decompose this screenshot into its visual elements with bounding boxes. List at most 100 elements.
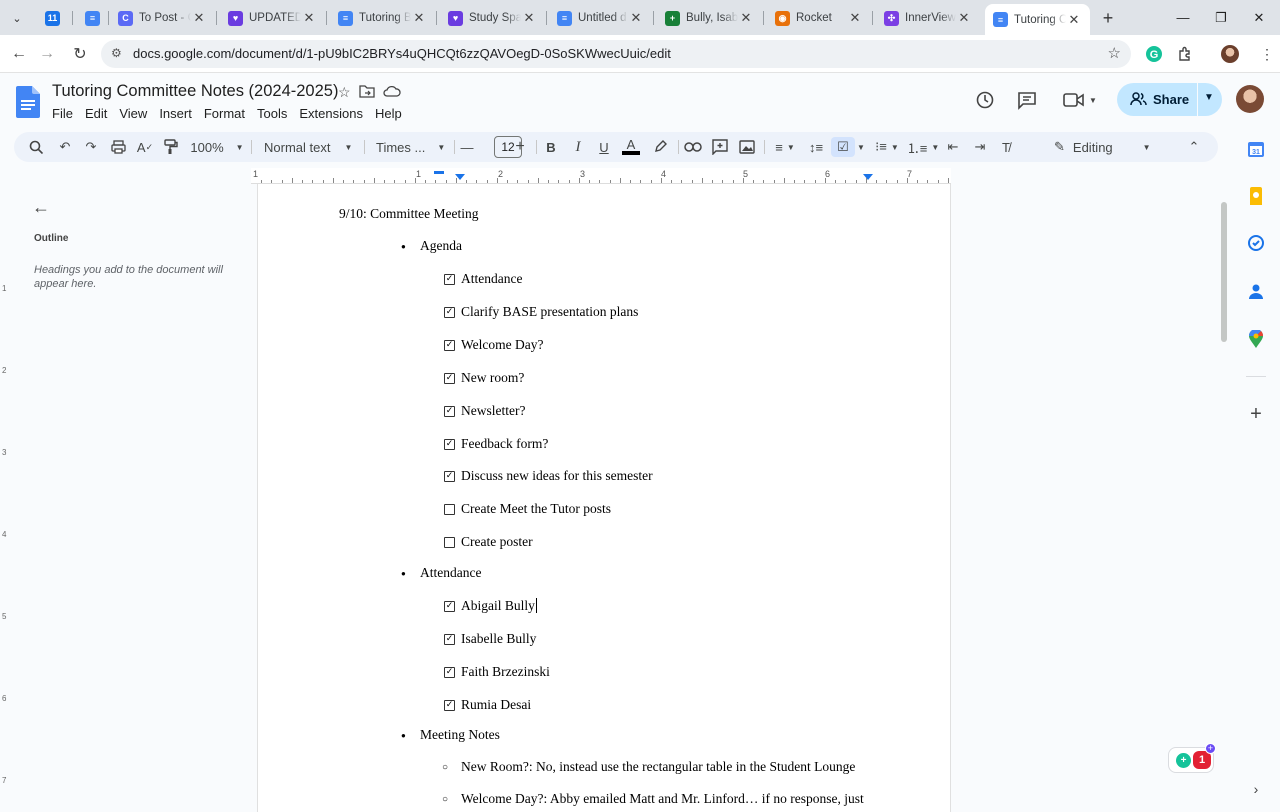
checkbox-checked[interactable]: ✓ [444, 471, 455, 483]
first-line-indent-marker[interactable] [434, 171, 444, 174]
browser-tab[interactable]: ≡ Untitled d ✕ [549, 4, 652, 32]
docs-logo-icon[interactable] [16, 86, 40, 118]
increase-indent-icon[interactable]: ⇥ [970, 137, 990, 157]
reload-icon[interactable]: ↻ [68, 42, 92, 66]
checkbox-unchecked[interactable] [444, 504, 455, 516]
profile-avatar[interactable] [1219, 43, 1241, 65]
checkbox-checked[interactable]: ✓ [444, 438, 455, 450]
tab-close-icon[interactable]: ✕ [628, 10, 644, 26]
clear-formatting-icon[interactable]: T̸ [996, 137, 1016, 157]
bulleted-list-icon[interactable]: ⁝≡ ▼ [872, 137, 902, 157]
redo-icon[interactable]: ↷ [80, 137, 102, 157]
keep-icon[interactable] [1247, 187, 1265, 205]
document-title[interactable]: Tutoring Committee Notes (2024-2025) [52, 82, 338, 101]
menu-extensions[interactable]: Extensions [299, 104, 370, 123]
checkbox-unchecked[interactable] [444, 537, 455, 549]
tab-close-icon[interactable]: ✕ [847, 10, 863, 26]
move-folder-icon[interactable] [358, 84, 375, 101]
font-family-select[interactable]: Times ... ▼ [376, 137, 446, 157]
document-page[interactable]: 9/10: Committee Meeting ● Agenda ✓ Attendan… [257, 184, 951, 812]
contacts-icon[interactable] [1247, 282, 1265, 300]
checkbox-checked[interactable]: ✓ [444, 372, 455, 384]
checklist-icon[interactable]: ☑ [831, 137, 855, 157]
grammarly-badge[interactable]: + 1 + [1168, 743, 1216, 773]
browser-tab[interactable]: ✣ InnerView ✕ [876, 4, 980, 32]
version-history-icon[interactable] [973, 89, 997, 111]
bookmark-star-icon[interactable]: ☆ [1108, 44, 1121, 62]
search-menus-icon[interactable] [26, 137, 46, 157]
browser-tab[interactable]: 11 [37, 4, 71, 32]
menu-view[interactable]: View [119, 104, 154, 123]
menu-edit[interactable]: Edit [85, 104, 114, 123]
insert-link-icon[interactable] [683, 137, 703, 157]
checkbox-checked[interactable]: ✓ [444, 699, 455, 711]
browser-menu-icon[interactable]: ⋮ [1256, 43, 1278, 65]
paint-format-icon[interactable] [161, 137, 181, 157]
get-addons-plus-icon[interactable]: + [1247, 403, 1265, 425]
cloud-status-icon[interactable] [382, 84, 401, 101]
add-comment-icon[interactable] [710, 137, 730, 157]
site-info-icon[interactable]: ⚙ [111, 46, 122, 60]
spellcheck-icon[interactable]: A ✓ [135, 137, 155, 157]
line-spacing-icon[interactable]: ↕≡ [806, 137, 826, 157]
tab-close-icon[interactable]: ✕ [521, 10, 537, 26]
comments-icon[interactable] [1015, 89, 1039, 111]
address-bar[interactable]: ⚙ docs.google.com/document/d/1-pU9bIC2BR… [101, 40, 1131, 68]
browser-tab[interactable]: C To Post - C ✕ [110, 4, 215, 32]
account-avatar[interactable] [1236, 85, 1264, 113]
checkbox-checked[interactable]: ✓ [444, 405, 455, 417]
checkbox-checked[interactable]: ✓ [444, 306, 455, 318]
extensions-puzzle-icon[interactable] [1174, 43, 1196, 65]
close-window-icon[interactable]: ✕ [1236, 0, 1280, 35]
share-dropdown-icon[interactable]: ▼ [1204, 92, 1214, 103]
text-color-icon[interactable]: A [621, 137, 641, 157]
menu-file[interactable]: File [52, 104, 80, 123]
underline-icon[interactable]: U [596, 137, 612, 157]
new-tab-plus-icon[interactable]: + [1097, 7, 1119, 29]
tasks-icon[interactable] [1247, 234, 1265, 252]
tab-close-icon[interactable]: ✕ [191, 10, 207, 26]
numbered-list-icon[interactable]: ⒈≡ ▼ [907, 137, 940, 157]
menu-insert[interactable]: Insert [159, 104, 199, 123]
editing-mode-select[interactable]: ✎ Editing ▼ [1054, 137, 1166, 157]
decrease-indent-icon[interactable]: ⇤ [943, 137, 963, 157]
checkbox-checked[interactable]: ✓ [444, 274, 455, 285]
show-side-panel-chevron-icon[interactable]: › [1247, 780, 1265, 798]
menu-help[interactable]: Help [375, 104, 409, 123]
browser-tab[interactable]: ◉ Rocket ✕ [767, 4, 871, 32]
checkbox-checked[interactable]: ✓ [444, 339, 455, 351]
vertical-scrollbar[interactable] [1221, 202, 1227, 342]
undo-icon[interactable]: ↶ [54, 137, 76, 157]
browser-tab[interactable]: ♥ UPDATED ✕ [220, 4, 325, 32]
meet-video-icon[interactable]: ▼ [1060, 89, 1100, 111]
menu-tools[interactable]: Tools [257, 104, 294, 123]
hide-menus-chevron-icon[interactable]: ⌃ [1184, 137, 1204, 157]
right-indent-marker[interactable] [863, 174, 873, 180]
paragraph-style-select[interactable]: Normal text ▼ [264, 137, 354, 157]
checkbox-checked[interactable]: ✓ [444, 601, 455, 612]
increase-font-size-icon[interactable]: + [512, 137, 528, 157]
calendar-icon[interactable]: 31 [1247, 140, 1265, 158]
checkbox-checked[interactable]: ✓ [444, 666, 455, 678]
tab-close-icon[interactable]: ✕ [956, 10, 972, 26]
browser-tab[interactable]: ♥ Study Spac✕ [440, 4, 545, 32]
menu-format[interactable]: Format [204, 104, 252, 123]
tab-close-icon[interactable]: ✕ [738, 10, 754, 26]
highlight-color-icon[interactable] [650, 137, 670, 157]
zoom-select[interactable]: 100% ▼ [190, 137, 243, 157]
insert-image-icon[interactable] [737, 137, 757, 157]
tab-close-icon[interactable]: ✕ [301, 10, 317, 26]
browser-tab[interactable]: ≡ Tutoring C ✕ [985, 4, 1090, 35]
browser-tab[interactable]: ≡ Tutoring B ✕ [330, 4, 435, 32]
maps-icon[interactable] [1247, 330, 1265, 348]
forward-arrow-icon[interactable]: → [35, 42, 59, 66]
bold-icon[interactable]: B [543, 137, 559, 157]
tab-close-icon[interactable]: ✕ [1066, 12, 1082, 28]
horizontal-ruler[interactable]: 1 1 2 3 4 5 6 7 [251, 168, 951, 184]
checkbox-checked[interactable]: ✓ [444, 633, 455, 645]
grammarly-extension-icon[interactable]: G [1143, 43, 1165, 65]
back-arrow-icon[interactable]: ← [7, 42, 31, 66]
tab-search-chevron-icon[interactable]: ⌄ [6, 7, 28, 29]
browser-tab[interactable]: + Bully, Isab ✕ [657, 4, 762, 32]
checklist-dropdown-icon[interactable]: ▼ [856, 137, 866, 157]
